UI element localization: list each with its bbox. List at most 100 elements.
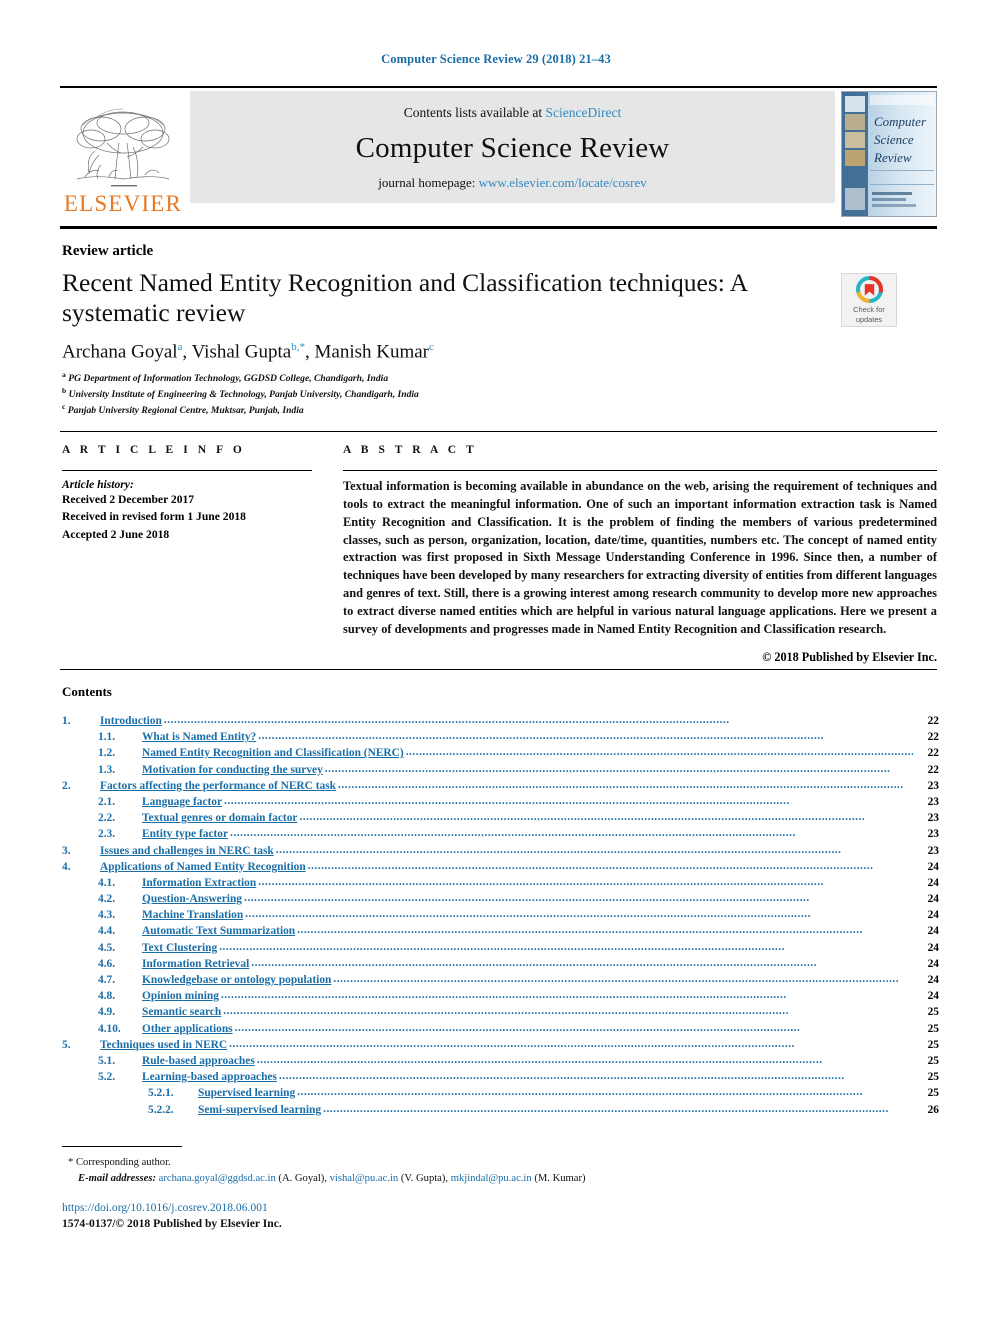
toc-entry-page: 24 xyxy=(927,990,939,1003)
abstract-section: A B S T R A C T Textual information is b… xyxy=(343,444,937,665)
toc-entry-label[interactable]: Techniques used in NERC xyxy=(100,1039,229,1051)
email-link-1[interactable]: archana.goyal@ggdsd.ac.in xyxy=(159,1173,276,1184)
toc-entry-label[interactable]: Textual genres or domain factor xyxy=(142,812,299,824)
email-link-2[interactable]: vishal@pu.ac.in xyxy=(330,1173,399,1184)
toc-entry-label[interactable]: Applications of Named Entity Recognition xyxy=(100,861,308,873)
toc-dot-leader: ........................................… xyxy=(251,957,818,969)
toc-entry[interactable]: 4.5. Text Clustering.....................… xyxy=(62,942,939,959)
toc-entry-label[interactable]: Entity type factor xyxy=(142,828,230,840)
article-history-received: Received 2 December 2017 xyxy=(62,493,195,506)
crossmark-line2: updates xyxy=(855,314,883,324)
toc-entry-page: 23 xyxy=(927,779,939,792)
elsevier-logo: ELSEVIER xyxy=(60,91,186,217)
toc-dot-leader: ........................................… xyxy=(223,1006,789,1018)
affiliation-item: c Panjab University Regional Centre, Muk… xyxy=(62,402,419,418)
toc-entry-label[interactable]: Other applications xyxy=(142,1023,235,1035)
toc-entry-label[interactable]: Information Extraction xyxy=(142,877,258,889)
homepage-prefix: journal homepage: xyxy=(378,175,479,190)
toc-entry[interactable]: 1.1. What is Named Entity?...............… xyxy=(62,731,939,748)
toc-entry-page: 25 xyxy=(927,1071,939,1084)
issn-copyright-line: 1574-0137/© 2018 Published by Elsevier I… xyxy=(62,1217,282,1230)
toc-entry[interactable]: 2.1. Language factor.....................… xyxy=(62,795,939,813)
affiliation-text: University Institute of Engineering & Te… xyxy=(68,388,419,400)
toc-entry[interactable]: 5.1. Rule-based approaches...............… xyxy=(62,1055,939,1072)
toc-entry[interactable]: 4.2. Question-Answering..................… xyxy=(62,893,939,910)
toc-entry-label[interactable]: Semantic search xyxy=(142,1006,223,1018)
toc-dot-leader: ........................................… xyxy=(258,876,824,888)
toc-entry[interactable]: 5. Techniques used in NERC...............… xyxy=(62,1038,939,1056)
toc-dot-leader: ........................................… xyxy=(244,893,810,905)
toc-entry[interactable]: 4.7. Knowledgebase or ontology population… xyxy=(62,974,939,991)
toc-dot-leader: ........................................… xyxy=(299,812,866,824)
toc-dot-leader: ........................................… xyxy=(297,925,863,937)
toc-entry[interactable]: 4. Applications of Named Entity Recogniti… xyxy=(62,861,939,878)
toc-entry[interactable]: 4.3. Machine Translation.................… xyxy=(62,909,939,926)
toc-entry-label[interactable]: Learning-based approaches xyxy=(142,1071,279,1083)
toc-entry-label[interactable]: Semi-supervised learning xyxy=(198,1104,323,1116)
toc-entry[interactable]: 4.10. Other applications.................… xyxy=(62,1023,939,1040)
crossmark-icon xyxy=(855,276,883,304)
toc-entry-label[interactable]: Text Clustering xyxy=(142,942,219,954)
toc-entry[interactable]: 2.2. Textual genres or domain factor.....… xyxy=(62,812,939,829)
toc-entry-label[interactable]: Question-Answering xyxy=(142,893,244,905)
crossmark-badge[interactable]: Check for updates xyxy=(841,273,897,327)
journal-masthead: ELSEVIER Contents lists available at Sci… xyxy=(60,86,937,217)
toc-entry-number: 5. xyxy=(62,1038,71,1051)
toc-entry-number: 4.1. xyxy=(98,876,116,889)
svg-text:Science: Science xyxy=(874,132,914,147)
toc-entry-number: 1.2. xyxy=(98,747,116,760)
toc-entry-number: 4.4. xyxy=(98,925,116,938)
toc-entry-number: 2.1. xyxy=(98,795,116,808)
toc-entry-label[interactable]: Motivation for conducting the survey xyxy=(142,764,325,776)
toc-entry[interactable]: 5.2. Learning-based approaches...........… xyxy=(62,1071,939,1088)
email-link-3[interactable]: mkjindal@pu.ac.in xyxy=(451,1173,532,1184)
toc-entry[interactable]: 1.2. Named Entity Recognition and Classif… xyxy=(62,747,939,764)
toc-entry-number: 5.2. xyxy=(98,1071,116,1084)
article-info-heading: A R T I C L E I N F O xyxy=(62,444,246,456)
toc-entry[interactable]: 4.9. Semantic search.....................… xyxy=(62,1006,939,1023)
toc-entry-label[interactable]: Information Retrieval xyxy=(142,958,251,970)
toc-entry[interactable]: 1. Introduction..........................… xyxy=(62,715,939,732)
toc-entry-label[interactable]: Supervised learning xyxy=(198,1087,297,1099)
toc-entry-number: 4.2. xyxy=(98,893,116,906)
affiliation-text: Panjab University Regional Centre, Mukts… xyxy=(67,404,304,416)
toc-entry[interactable]: 4.8. Opinion mining......................… xyxy=(62,990,939,1007)
doi-link[interactable]: https://doi.org/10.1016/j.cosrev.2018.06… xyxy=(62,1201,268,1214)
toc-entry-label[interactable]: Factors affecting the performance of NER… xyxy=(100,780,338,792)
article-type-label: Review article xyxy=(62,243,154,259)
toc-entry[interactable]: 4.1. Information Extraction..............… xyxy=(62,876,939,894)
elsevier-tree-icon xyxy=(76,108,170,187)
toc-entry-label[interactable]: Opinion mining xyxy=(142,990,221,1002)
toc-entry[interactable]: 3. Issues and challenges in NERC task....… xyxy=(62,845,939,862)
toc-entry[interactable]: 2.3. Entity type factor..................… xyxy=(62,828,939,845)
toc-entry-label[interactable]: Machine Translation xyxy=(142,909,245,921)
toc-entry[interactable]: 2. Factors affecting the performance of N… xyxy=(62,779,939,797)
toc-dot-leader: ........................................… xyxy=(224,795,790,807)
sciencedirect-link[interactable]: ScienceDirect xyxy=(546,105,622,120)
toc-entry-label[interactable]: Automatic Text Summarization xyxy=(142,926,297,938)
toc-entry[interactable]: 5.2.2. Semi-supervised learning..........… xyxy=(62,1104,939,1121)
toc-entry-label[interactable]: Rule-based approaches xyxy=(142,1055,257,1067)
toc-entry-label[interactable]: Issues and challenges in NERC task xyxy=(100,845,276,857)
journal-homepage-link[interactable]: www.elsevier.com/locate/cosrev xyxy=(479,175,647,190)
page-title: Recent Named Entity Recognition and Clas… xyxy=(62,268,747,328)
toc-entry[interactable]: 5.2.1. Supervised learning...............… xyxy=(62,1087,939,1104)
toc-dot-leader: ........................................… xyxy=(245,909,811,921)
toc-entry-label[interactable]: Named Entity Recognition and Classificat… xyxy=(142,747,406,759)
affiliation-text: PG Department of Information Technology,… xyxy=(68,373,389,385)
toc-entry-label[interactable]: What is Named Entity? xyxy=(142,731,258,743)
svg-text:Computer: Computer xyxy=(874,114,927,129)
toc-entry-label[interactable]: Language factor xyxy=(142,796,224,808)
journal-title: Computer Science Review xyxy=(355,131,670,164)
toc-entry-label[interactable]: Introduction xyxy=(100,715,164,727)
toc-entry[interactable]: 4.6. Information Retrieval...............… xyxy=(62,957,939,975)
toc-entry-page: 22 xyxy=(927,731,939,744)
email-person-3: (M. Kumar) xyxy=(534,1172,586,1184)
affiliation-mark: c xyxy=(62,401,66,411)
toc-entry-label[interactable]: Knowledgebase or ontology population xyxy=(142,974,333,986)
footnote-block: * Corresponding author. E-mail addresses… xyxy=(68,1155,586,1187)
toc-entry[interactable]: 1.3. Motivation for conducting the survey… xyxy=(62,764,939,781)
toc-entry[interactable]: 4.4. Automatic Text Summarization........… xyxy=(62,925,939,942)
affiliation-mark: b xyxy=(62,385,67,395)
affiliation-list: a PG Department of Information Technolog… xyxy=(62,370,419,417)
